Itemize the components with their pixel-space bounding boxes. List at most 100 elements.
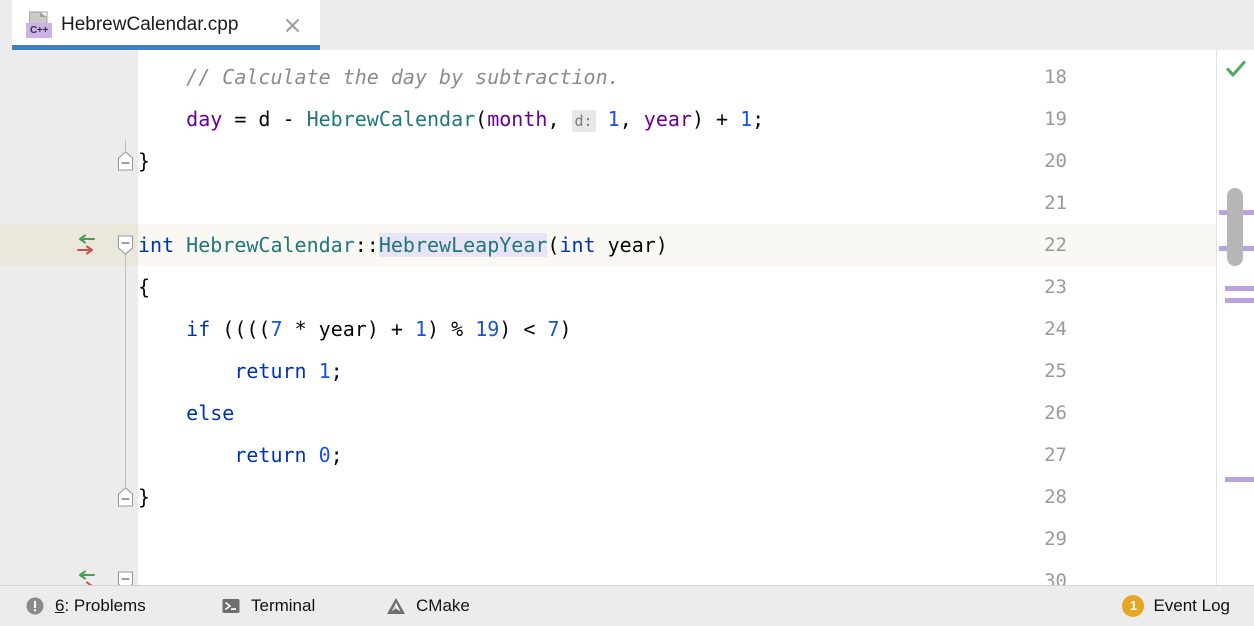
line-gutter-cell[interactable] — [0, 140, 113, 182]
fold-gutter-empty — [113, 98, 138, 140]
status-item-problems[interactable]: 6: Problems — [24, 586, 146, 626]
fold-region-line — [113, 308, 138, 350]
fold-region-line — [113, 266, 138, 308]
line-gutter-cell[interactable] — [0, 182, 113, 224]
code-token-plain: = — [222, 107, 258, 131]
line-gutter-cell[interactable] — [0, 98, 113, 140]
status-item-cmake[interactable]: CMake — [385, 586, 470, 626]
inspection-ok-check-icon[interactable] — [1225, 58, 1247, 80]
code-line-row[interactable]: 28} — [0, 476, 1216, 518]
overridden-implemented-arrows-icon[interactable] — [74, 570, 98, 585]
tab-title-label: HebrewCalendar.cpp — [61, 14, 238, 36]
status-item-event-log[interactable]: 1 Event Log — [1122, 586, 1230, 626]
code-line-text: day = d - HebrewCalendar(month, d: 1, ye… — [138, 98, 764, 140]
code-editor[interactable]: 18 // Calculate the day by subtraction.1… — [0, 50, 1254, 585]
code-line-row[interactable]: 30 — [0, 560, 1216, 585]
code-token-plain: } — [138, 485, 150, 509]
code-token-kw: else — [186, 401, 234, 425]
tab-hebrewcalendar-cpp[interactable]: C++ HebrewCalendar.cpp — [12, 0, 320, 50]
fold-region-line — [113, 350, 138, 392]
line-gutter-cell[interactable] — [0, 518, 113, 560]
line-gutter-cell[interactable] — [0, 350, 113, 392]
marker-stripe[interactable] — [1225, 298, 1254, 303]
fold-vertical-line — [125, 392, 126, 434]
code-token-num: 7 — [270, 317, 282, 341]
line-gutter-cell[interactable] — [0, 476, 113, 518]
event-log-label: Event Log — [1153, 596, 1230, 616]
code-line-row[interactable]: 29 — [0, 518, 1216, 560]
code-line-row[interactable]: 20} — [0, 140, 1216, 182]
code-token-fld: month — [487, 107, 547, 131]
fold-vertical-line — [125, 266, 126, 308]
line-number-label: 20 — [1044, 140, 1067, 182]
code-line-text: if ((((7 * year) + 1) % 19) < 7) — [138, 308, 572, 350]
cmake-label: CMake — [416, 596, 470, 616]
code-token-num: 19 — [475, 317, 499, 341]
fold-vertical-line — [125, 350, 126, 392]
code-line-row[interactable]: 24 if ((((7 * year) + 1) % 19) < 7) — [0, 308, 1216, 350]
status-item-terminal[interactable]: Terminal — [220, 586, 315, 626]
close-icon[interactable] — [283, 16, 302, 35]
line-gutter-cell[interactable] — [0, 56, 113, 98]
line-number-label: 23 — [1044, 266, 1067, 308]
code-token-kw: return — [234, 359, 306, 383]
code-token-plain: year) — [596, 233, 668, 257]
line-number-label: 27 — [1044, 434, 1067, 476]
fold-region-line — [113, 392, 138, 434]
code-line-row[interactable]: 25 return 1; — [0, 350, 1216, 392]
error-circle-icon — [24, 595, 46, 617]
line-gutter-cell[interactable] — [0, 392, 113, 434]
fold-gutter-empty — [113, 518, 138, 560]
fold-collapse-start-icon[interactable] — [113, 224, 138, 266]
code-line-text: { — [138, 266, 150, 308]
code-token-plain — [138, 443, 234, 467]
marker-stripe[interactable] — [1225, 286, 1254, 291]
line-gutter-cell[interactable] — [0, 266, 113, 308]
code-line-text: int HebrewCalendar::HebrewLeapYear(int y… — [138, 224, 668, 266]
code-token-plain: { — [138, 275, 150, 299]
fold-vertical-line — [125, 308, 126, 350]
code-token-plain: ( — [547, 233, 559, 257]
fold-collapse-end-icon[interactable] — [113, 140, 138, 182]
code-token-num: 7 — [547, 317, 559, 341]
code-line-row[interactable]: 22int HebrewCalendar::HebrewLeapYear(int… — [0, 224, 1216, 266]
fold-vertical-line — [125, 434, 126, 476]
code-line-row[interactable]: 19 day = d - HebrewCalendar(month, d: 1,… — [0, 98, 1216, 140]
overridden-implemented-arrows-icon[interactable] — [74, 234, 98, 256]
line-gutter-cell[interactable] — [0, 434, 113, 476]
code-token-plain — [138, 401, 186, 425]
event-log-count-badge: 1 — [1122, 595, 1144, 617]
cpp-badge-label: C++ — [26, 23, 52, 38]
code-line-row[interactable]: 27 return 0; — [0, 434, 1216, 476]
code-token-num: 0 — [319, 443, 331, 467]
code-line-row[interactable]: 21 — [0, 182, 1216, 224]
code-line-row[interactable]: 18 // Calculate the day by subtraction. — [0, 56, 1216, 98]
code-token-plain: ; — [331, 359, 343, 383]
vertical-scrollbar-thumb[interactable] — [1227, 188, 1243, 266]
fold-collapse-end-icon[interactable] — [113, 476, 138, 518]
code-token-plain — [307, 359, 319, 383]
line-number-label: 21 — [1044, 182, 1067, 224]
line-gutter-cell[interactable] — [0, 308, 113, 350]
line-number-label: 30 — [1044, 560, 1067, 585]
code-token-num: 1 — [740, 107, 752, 131]
code-token-cls: HebrewCalendar — [186, 233, 355, 257]
code-token-kw: int — [138, 233, 174, 257]
code-token-plain: d — [258, 107, 270, 131]
marker-stripe[interactable] — [1225, 477, 1254, 482]
code-token-plain — [138, 65, 186, 89]
code-token-plain — [138, 359, 234, 383]
code-token-plain: - — [270, 107, 306, 131]
line-number-label: 22 — [1044, 224, 1067, 266]
code-token-cmt: // Calculate the day by subtraction. — [186, 65, 619, 89]
line-number-label: 24 — [1044, 308, 1067, 350]
cmake-triangle-icon — [385, 595, 407, 617]
code-token-fld: day — [186, 107, 222, 131]
code-token-fld: year — [644, 107, 692, 131]
inspection-marker-bar[interactable] — [1216, 50, 1254, 585]
terminal-icon — [220, 595, 242, 617]
fold-collapse-start-icon[interactable] — [113, 560, 138, 585]
code-line-row[interactable]: 23 { — [0, 266, 1216, 308]
code-token-plain: ; — [752, 107, 764, 131]
code-line-row[interactable]: 26 else — [0, 392, 1216, 434]
